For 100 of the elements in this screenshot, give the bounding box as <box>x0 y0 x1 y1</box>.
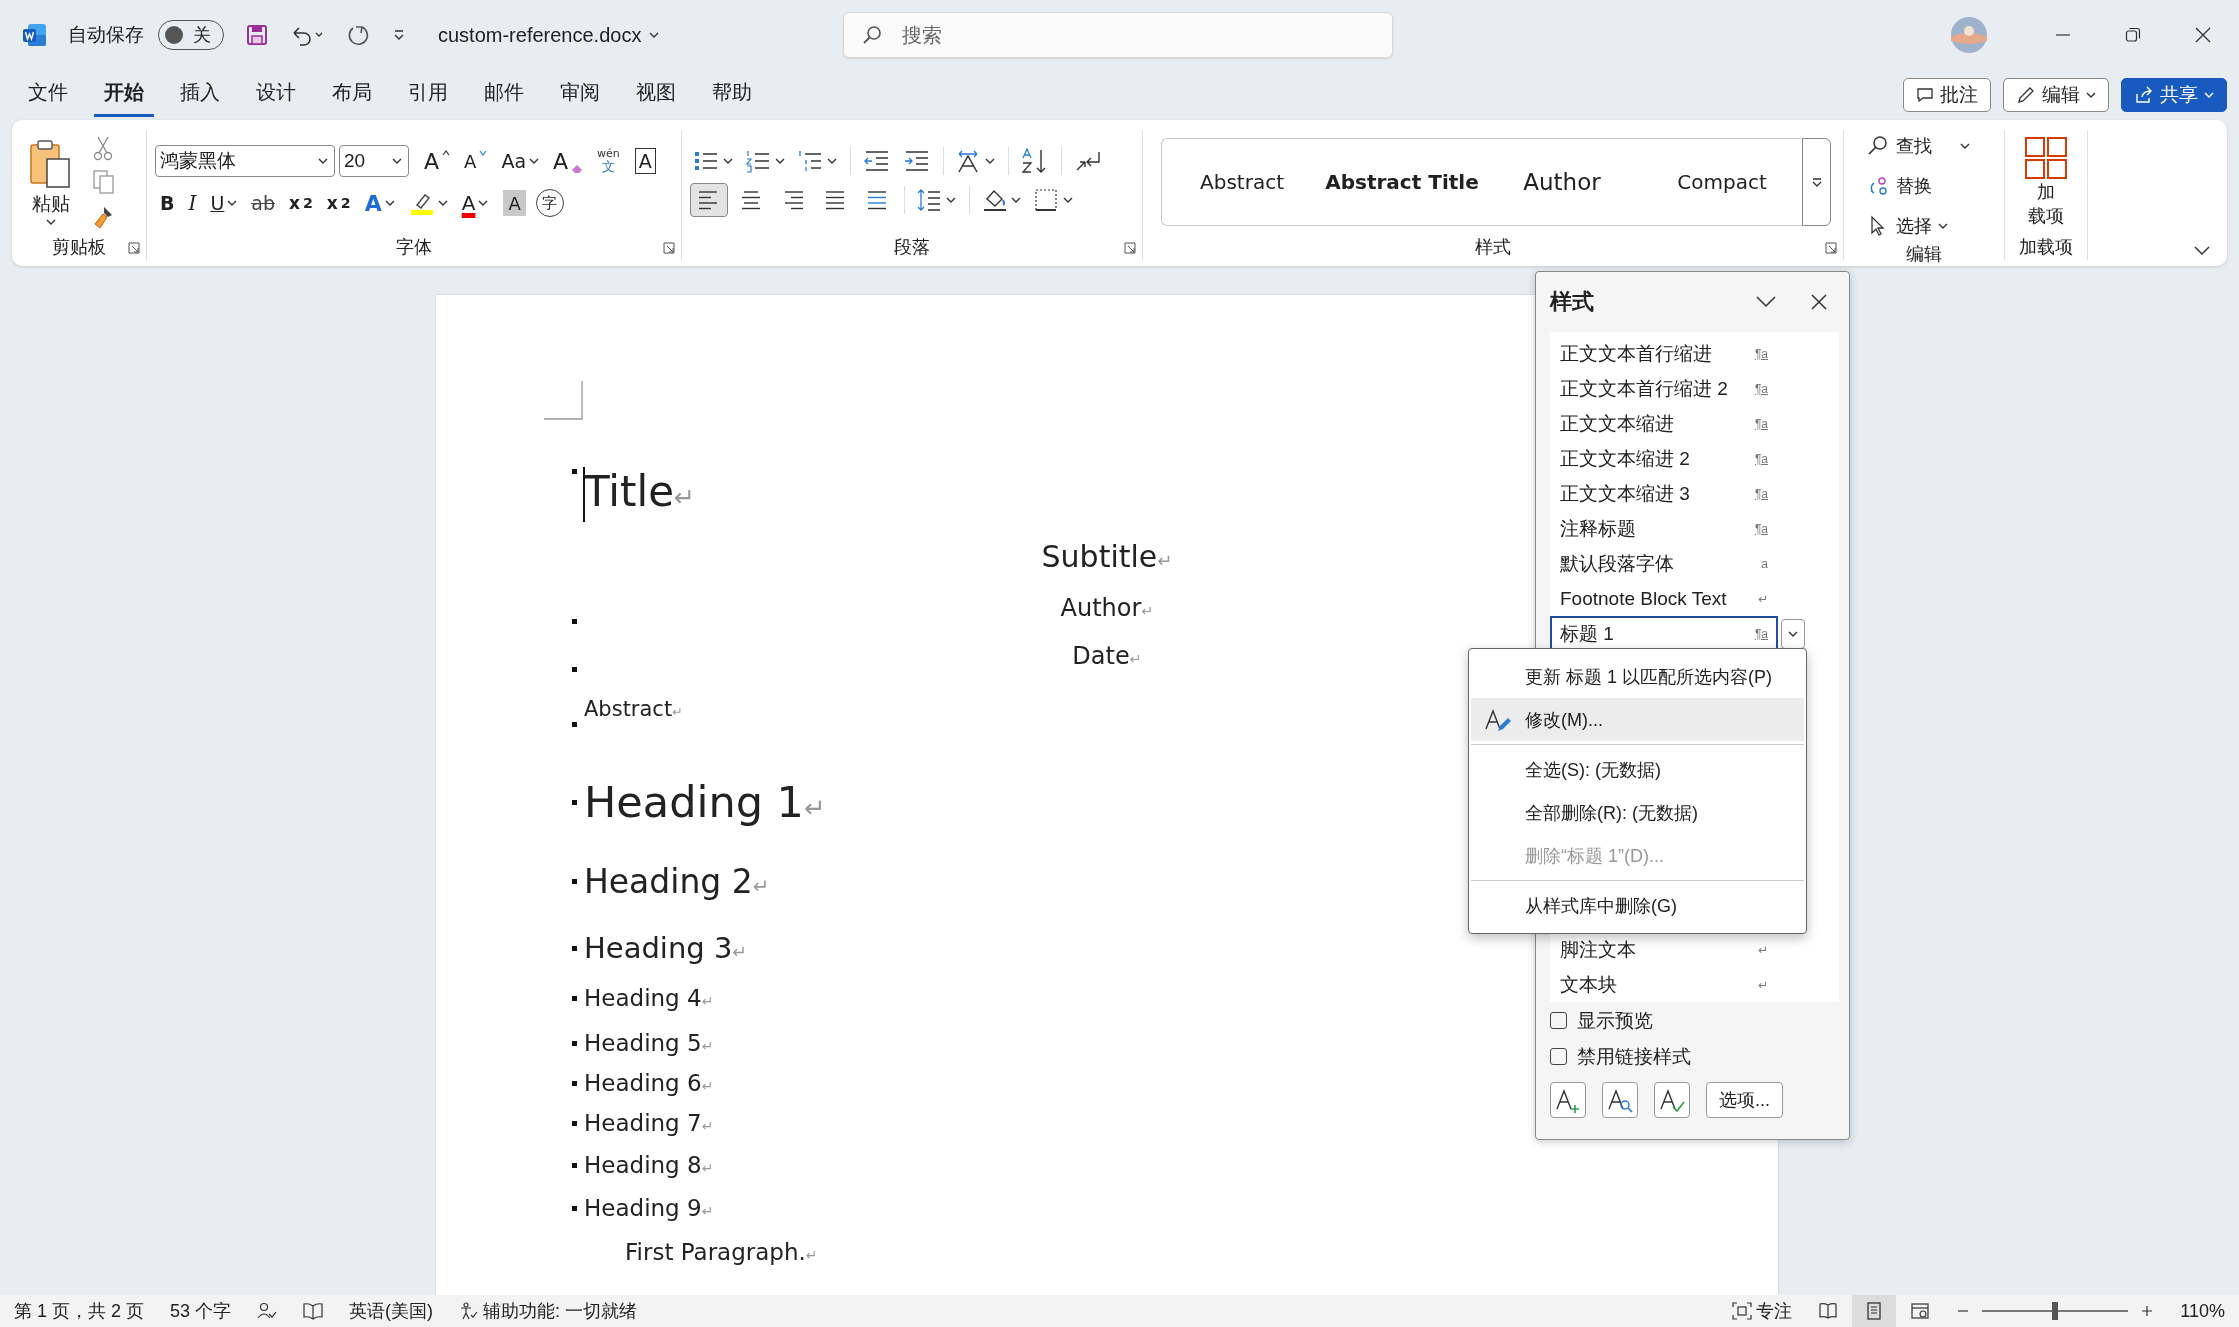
ribbon-tab[interactable]: 视图 <box>626 73 686 117</box>
save-icon[interactable] <box>246 24 268 46</box>
close-icon[interactable] <box>2195 27 2211 43</box>
dialog-launcher-icon[interactable] <box>1825 242 1837 254</box>
numbering-icon[interactable] <box>745 148 787 174</box>
style-list-item[interactable]: Footnote Block Text ↵ <box>1550 581 1778 616</box>
customize-toolbar-icon[interactable] <box>392 28 406 42</box>
menu-item[interactable]: 修改(M)... <box>1471 698 1804 741</box>
zoom-in-icon[interactable] <box>2140 1304 2155 1318</box>
book-icon[interactable] <box>303 1302 324 1320</box>
add-ins-button[interactable]: 加 载项 <box>2024 136 2068 228</box>
menu-item[interactable]: 从样式库中删除(G) <box>1471 884 1804 927</box>
highlighter-icon <box>408 191 435 215</box>
ribbon-tab[interactable]: 布局 <box>322 73 382 117</box>
text-effects-button[interactable]: A <box>359 186 400 220</box>
clear-formatting-button[interactable]: A <box>548 144 589 178</box>
dialog-launcher-icon[interactable] <box>663 242 675 254</box>
ribbon-tab[interactable]: 邮件 <box>474 73 534 117</box>
shrink-font-button[interactable]: A <box>459 144 493 178</box>
menu-item[interactable]: 全选(S): (无数据) <box>1471 748 1804 791</box>
caret-icon <box>529 158 540 164</box>
language-status[interactable]: 英语(美国) <box>349 1299 434 1323</box>
options-button[interactable]: 选项... <box>1706 1082 1783 1118</box>
strikethrough-button[interactable]: ab <box>246 186 281 220</box>
chevron-down-icon[interactable] <box>1755 295 1777 309</box>
style-dropdown-button[interactable] <box>1781 618 1805 649</box>
ribbon-tab[interactable]: 文件 <box>18 73 78 117</box>
zoom-level[interactable]: 110% <box>2180 1300 2225 1322</box>
word-count[interactable]: 53 个字 <box>170 1299 232 1323</box>
bold-button[interactable]: B <box>155 186 180 220</box>
style-list-item[interactable]: 正文文本首行缩进 2 ¶a <box>1550 371 1778 406</box>
restore-icon[interactable] <box>2125 27 2141 43</box>
collapse-ribbon-icon[interactable] <box>2193 244 2211 256</box>
change-case-button[interactable]: Aa <box>496 144 545 178</box>
close-icon[interactable] <box>1811 294 1827 310</box>
manage-styles-button[interactable] <box>1654 1082 1690 1118</box>
grow-font-button[interactable]: A <box>419 144 456 178</box>
style-gallery-item[interactable]: Abstract <box>1162 170 1322 194</box>
find-button[interactable]: 查找 <box>1866 130 1970 162</box>
style-list-item[interactable]: 正文文本缩进 3 ¶a <box>1550 476 1778 511</box>
editing-mode-button[interactable]: 编辑 <box>2003 78 2109 112</box>
dialog-launcher-icon[interactable] <box>1124 242 1136 254</box>
style-gallery-item[interactable]: Abstract Title <box>1322 170 1482 194</box>
caret-icon <box>1788 630 1798 637</box>
font-size-field[interactable]: 20 <box>339 145 409 177</box>
style-list-item[interactable]: 正文文本首行缩进 ¶a <box>1550 336 1778 371</box>
ribbon-tab[interactable]: 审阅 <box>550 73 610 117</box>
document-title[interactable]: custom-reference.docx <box>438 23 660 47</box>
phonetic-guide-button[interactable]: wén 文 <box>592 144 625 178</box>
style-inspector-button[interactable] <box>1602 1082 1638 1118</box>
paragraph-text: Heading 1 <box>584 777 804 827</box>
ribbon-tab[interactable]: 设计 <box>246 73 306 117</box>
style-list-item[interactable]: 正文文本缩进 ¶a <box>1550 406 1778 441</box>
redo-icon[interactable] <box>346 23 370 47</box>
paragraph-mark: ↵ <box>732 942 747 962</box>
comments-button[interactable]: 批注 <box>1903 78 1991 112</box>
checkbox[interactable] <box>1550 1012 1567 1029</box>
paragraph-text: Heading 3 <box>584 931 733 965</box>
dialog-launcher-icon[interactable] <box>128 242 140 254</box>
focus-button[interactable]: 专注 <box>1732 1299 1793 1323</box>
menu-item[interactable]: 更新 标题 1 以匹配所选内容(P) <box>1471 655 1804 698</box>
multilevel-list-icon[interactable] <box>797 148 839 174</box>
italic-button[interactable]: I <box>183 186 202 220</box>
style-list-item[interactable]: 默认段落字体 a <box>1550 546 1778 581</box>
shading-icon[interactable] <box>981 187 1023 213</box>
print-layout-button[interactable] <box>1852 1295 1897 1327</box>
font-name-field[interactable]: 鸿蒙黑体 <box>155 145 335 177</box>
accessibility-status[interactable]: 辅助功能: 一切就绪 <box>459 1299 638 1323</box>
style-gallery-item[interactable]: Compact <box>1642 170 1802 194</box>
checkbox[interactable] <box>1550 1048 1567 1065</box>
share-button[interactable]: 共享 <box>2121 78 2227 112</box>
text-direction-icon[interactable] <box>955 148 997 174</box>
undo-icon[interactable] <box>290 24 324 46</box>
proofing-icon[interactable] <box>257 1302 278 1320</box>
paragraph-text: Subtitle <box>1041 538 1158 574</box>
ribbon-tab[interactable]: 引用 <box>398 73 458 117</box>
replace-button[interactable]: 替换 <box>1866 170 1932 202</box>
font-color-button[interactable]: A <box>456 186 494 220</box>
page-count[interactable]: 第 1 页，共 2 页 <box>14 1299 145 1323</box>
caret-icon <box>1960 143 1970 149</box>
ribbon-tab[interactable]: 帮助 <box>702 73 762 117</box>
style-list-item[interactable]: 正文文本缩进 2 ¶a <box>1550 441 1778 476</box>
new-style-button[interactable] <box>1550 1082 1586 1118</box>
borders-icon[interactable] <box>1033 187 1075 213</box>
underline-button[interactable]: U <box>205 186 243 220</box>
style-gallery-item[interactable]: Author <box>1482 169 1642 195</box>
select-button[interactable]: 选择 <box>1866 210 1948 242</box>
style-list-item[interactable]: 注释标题 ¶a <box>1550 511 1778 546</box>
line-spacing-icon[interactable] <box>916 187 958 213</box>
ribbon-tab[interactable]: 开始 <box>94 73 154 117</box>
character-shading-button[interactable]: A <box>503 190 526 216</box>
style-list-item[interactable]: 脚注文本 ↵ <box>1550 932 1778 967</box>
character-border-button[interactable]: A <box>634 148 656 174</box>
menu-item[interactable]: 全部删除(R): (无数据) <box>1471 791 1804 834</box>
gallery-more-button[interactable] <box>1802 138 1831 226</box>
search-field[interactable]: 搜索 <box>843 12 1394 58</box>
paste-button[interactable]: 粘贴 <box>28 139 74 225</box>
style-list-item[interactable]: 文本块 ↵ <box>1550 967 1778 1002</box>
ribbon-tab[interactable]: 插入 <box>170 73 230 117</box>
cut-icon[interactable] <box>92 135 114 161</box>
